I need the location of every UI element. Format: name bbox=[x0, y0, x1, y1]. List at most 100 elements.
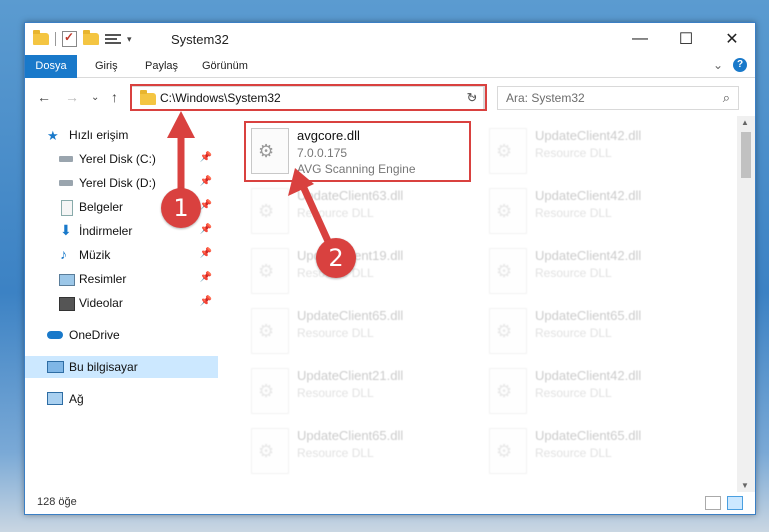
quick-access-toolbar: ▾ bbox=[33, 30, 132, 47]
sidebar-item-label: Bu bilgisayar bbox=[69, 360, 138, 374]
properties-check-icon[interactable] bbox=[62, 30, 77, 47]
pin-icon[interactable]: 📌 bbox=[200, 224, 212, 235]
customize-toolbar-icon[interactable] bbox=[105, 33, 121, 46]
sidebar-item-this-pc[interactable]: Bu bilgisayar bbox=[25, 356, 218, 378]
pin-icon[interactable]: 📌 bbox=[200, 200, 212, 211]
pictures-icon bbox=[59, 274, 75, 286]
status-bar: 128 öğe bbox=[25, 492, 755, 514]
search-icon[interactable]: ⌕ bbox=[723, 90, 730, 106]
close-button[interactable]: ✕ bbox=[709, 23, 755, 55]
window-title: System32 bbox=[171, 32, 229, 47]
scroll-up-icon[interactable]: ▲ bbox=[741, 118, 749, 127]
file-description: Resource DLL bbox=[535, 146, 612, 160]
sidebar-item-quick-access[interactable]: ★ Hızlı erişim bbox=[25, 124, 218, 146]
up-arrow-icon[interactable]: ↑ bbox=[111, 89, 118, 105]
dll-file-icon bbox=[489, 188, 527, 234]
new-folder-icon[interactable] bbox=[83, 30, 99, 45]
file-item[interactable]: UpdateClient42.dll Resource DLL bbox=[483, 182, 713, 242]
dll-file-icon bbox=[251, 428, 289, 474]
step-badge-2: 2 bbox=[316, 238, 356, 278]
file-item[interactable]: UpdateClient42.dll Resource DLL bbox=[483, 242, 713, 302]
file-description: Resource DLL bbox=[297, 446, 374, 460]
tab-view[interactable]: Görünüm bbox=[202, 55, 248, 77]
file-name: UpdateClient21.dll bbox=[297, 368, 404, 383]
star-icon: ★ bbox=[47, 128, 59, 143]
dll-file-icon bbox=[489, 308, 527, 354]
tab-home[interactable]: Giriş bbox=[95, 55, 118, 77]
download-icon: ⬇ bbox=[60, 222, 72, 238]
file-item[interactable]: UpdateClient65.dll Resource DLL bbox=[245, 302, 475, 362]
network-icon bbox=[47, 392, 63, 405]
back-arrow-icon[interactable]: ← bbox=[37, 89, 51, 105]
vertical-scrollbar[interactable]: ▲ ▼ bbox=[737, 116, 755, 492]
tab-share[interactable]: Paylaş bbox=[145, 55, 178, 77]
maximize-button[interactable]: ☐ bbox=[663, 23, 709, 55]
dll-file-icon bbox=[251, 188, 289, 234]
dll-file-icon bbox=[489, 128, 527, 174]
qat-dropdown-icon[interactable]: ▾ bbox=[127, 34, 132, 45]
drive-icon bbox=[59, 156, 73, 162]
file-item[interactable]: UpdateClient65.dll Resource DLL bbox=[483, 422, 713, 482]
file-item[interactable]: UpdateClient63.dll Resource DLL bbox=[245, 182, 475, 242]
sidebar-item-local-disk-c[interactable]: Yerel Disk (C:) 📌 bbox=[25, 148, 218, 170]
file-name: UpdateClient65.dll bbox=[297, 428, 404, 443]
search-placeholder: Ara: System32 bbox=[506, 91, 585, 105]
folder-icon bbox=[33, 30, 49, 45]
help-icon[interactable]: ? bbox=[733, 58, 747, 72]
file-name: UpdateClient42.dll bbox=[535, 368, 642, 383]
sidebar-item-label: İndirmeler bbox=[79, 224, 133, 238]
documents-icon bbox=[61, 200, 73, 216]
details-view-icon[interactable] bbox=[705, 496, 721, 510]
file-item[interactable]: UpdateClient42.dll Resource DLL bbox=[483, 122, 713, 182]
forward-arrow-icon[interactable]: → bbox=[65, 89, 79, 105]
search-input[interactable]: Ara: System32 ⌕ bbox=[497, 86, 739, 110]
pin-icon[interactable]: 📌 bbox=[200, 248, 212, 259]
file-item[interactable]: UpdateClient19.dll Resource DLL bbox=[245, 242, 475, 302]
file-name: UpdateClient42.dll bbox=[535, 128, 642, 143]
file-description: Resource DLL bbox=[535, 326, 612, 340]
file-highlight bbox=[244, 121, 471, 182]
sidebar-item-network[interactable]: Ağ bbox=[25, 388, 218, 410]
file-item[interactable]: UpdateClient42.dll Resource DLL bbox=[483, 362, 713, 422]
sidebar-item-label: Ağ bbox=[69, 392, 84, 406]
navigation-pane: ★ Hızlı erişim Yerel Disk (C:) 📌 Yerel D… bbox=[25, 116, 218, 492]
dll-file-icon bbox=[251, 308, 289, 354]
file-description: Resource DLL bbox=[297, 206, 374, 220]
file-name: UpdateClient65.dll bbox=[297, 308, 404, 323]
pin-icon[interactable]: 📌 bbox=[200, 296, 212, 307]
expand-ribbon-icon[interactable]: ⌄ bbox=[713, 58, 723, 72]
pin-icon[interactable]: 📌 bbox=[200, 176, 212, 187]
file-description: Resource DLL bbox=[535, 446, 612, 460]
file-item[interactable]: UpdateClient65.dll Resource DLL bbox=[483, 302, 713, 362]
sidebar-item-label: Videolar bbox=[79, 296, 123, 310]
scroll-thumb[interactable] bbox=[741, 132, 751, 178]
sidebar-item-music[interactable]: ♪ Müzik 📌 bbox=[25, 244, 218, 266]
dll-file-icon bbox=[489, 368, 527, 414]
file-name: UpdateClient42.dll bbox=[535, 248, 642, 263]
separator bbox=[55, 32, 56, 46]
recent-locations-icon[interactable]: ⌄ bbox=[91, 92, 99, 103]
tiles-view-icon[interactable] bbox=[727, 496, 743, 510]
sidebar-item-pictures[interactable]: Resimler 📌 bbox=[25, 268, 218, 290]
sidebar-item-label: Yerel Disk (D:) bbox=[79, 176, 156, 190]
address-bar-highlight bbox=[130, 84, 487, 111]
sidebar-item-onedrive[interactable]: OneDrive bbox=[25, 324, 218, 346]
minimize-button[interactable]: — bbox=[617, 23, 663, 55]
file-name: UpdateClient65.dll bbox=[535, 428, 642, 443]
item-count: 128 öğe bbox=[37, 496, 77, 508]
file-item[interactable]: UpdateClient65.dll Resource DLL bbox=[245, 422, 475, 482]
file-description: Resource DLL bbox=[535, 266, 612, 280]
dll-file-icon bbox=[489, 428, 527, 474]
file-description: Resource DLL bbox=[535, 386, 612, 400]
sidebar-item-label: Müzik bbox=[79, 248, 111, 262]
pin-icon[interactable]: 📌 bbox=[200, 272, 212, 283]
video-icon bbox=[59, 297, 75, 311]
file-description: Resource DLL bbox=[535, 206, 612, 220]
dll-file-icon bbox=[251, 368, 289, 414]
cloud-icon bbox=[47, 331, 63, 339]
pin-icon[interactable]: 📌 bbox=[200, 152, 212, 163]
file-item[interactable]: UpdateClient21.dll Resource DLL bbox=[245, 362, 475, 422]
scroll-down-icon[interactable]: ▼ bbox=[741, 481, 749, 490]
sidebar-item-videos[interactable]: Videolar 📌 bbox=[25, 292, 218, 314]
file-description: Resource DLL bbox=[297, 386, 374, 400]
